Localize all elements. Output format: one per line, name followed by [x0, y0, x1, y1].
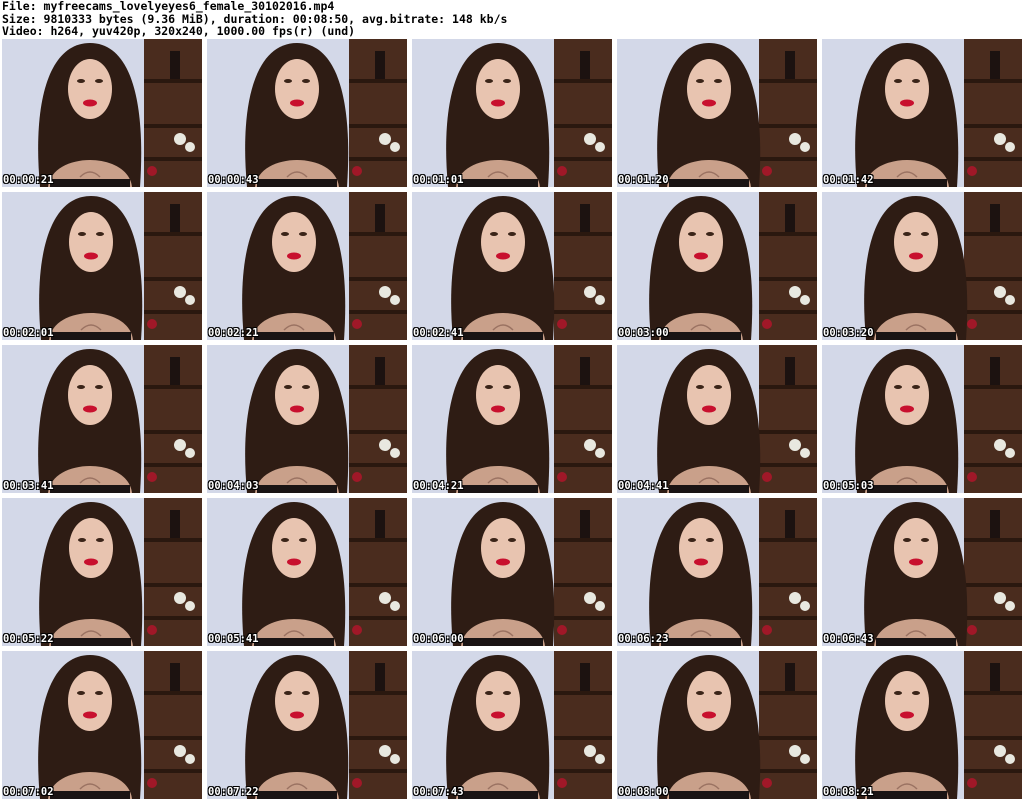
webcam-frame-image: [412, 192, 612, 340]
webcam-frame-image: [2, 39, 202, 187]
video-thumbnail: 00:05:41: [207, 498, 407, 646]
timestamp-label: 00:06:43: [823, 633, 874, 645]
video-thumbnail: 00:08:00: [617, 651, 817, 799]
timestamp-label: 00:01:20: [618, 174, 669, 186]
file-info-header: File: myfreecams_lovelyeyes6_female_3010…: [2, 0, 1022, 38]
video-thumbnail: 00:07:43: [412, 651, 612, 799]
webcam-frame-image: [412, 39, 612, 187]
timestamp-label: 00:07:22: [208, 786, 259, 798]
webcam-frame-image: [412, 498, 612, 646]
webcam-frame-image: [617, 498, 817, 646]
timestamp-label: 00:05:41: [208, 633, 259, 645]
timestamp-label: 00:05:03: [823, 480, 874, 492]
timestamp-label: 00:08:00: [618, 786, 669, 798]
timestamp-label: 00:00:43: [208, 174, 259, 186]
webcam-frame-image: [617, 345, 817, 493]
timestamp-label: 00:05:22: [3, 633, 54, 645]
webcam-frame-image: [617, 39, 817, 187]
file-name-line: File: myfreecams_lovelyeyes6_female_3010…: [2, 0, 335, 13]
webcam-frame-image: [207, 498, 407, 646]
video-info-line: Video: h264, yuv420p, 320x240, 1000.00 f…: [2, 24, 356, 38]
webcam-frame-image: [207, 39, 407, 187]
video-thumbnail: 00:00:21: [2, 39, 202, 187]
timestamp-label: 00:02:21: [208, 327, 259, 339]
webcam-frame-image: [2, 345, 202, 493]
timestamp-label: 00:07:43: [413, 786, 464, 798]
webcam-frame-image: [207, 651, 407, 799]
timestamp-label: 00:03:41: [3, 480, 54, 492]
thumbnail-grid: 00:00:21 00:00:43 00:01:01 00:01:20 00:01:42…: [2, 39, 1022, 799]
webcam-frame-image: [207, 345, 407, 493]
video-thumbnail: 00:05:03: [822, 345, 1022, 493]
video-thumbnail: 00:02:41: [412, 192, 612, 340]
timestamp-label: 00:03:20: [823, 327, 874, 339]
timestamp-label: 00:02:41: [413, 327, 464, 339]
video-thumbnail: 00:01:20: [617, 39, 817, 187]
video-thumbnail: 00:03:20: [822, 192, 1022, 340]
webcam-frame-image: [617, 651, 817, 799]
timestamp-label: 00:07:02: [3, 786, 54, 798]
timestamp-label: 00:02:01: [3, 327, 54, 339]
video-thumbnail: 00:08:21: [822, 651, 1022, 799]
video-thumbnail: 00:07:22: [207, 651, 407, 799]
video-thumbnail: 00:03:00: [617, 192, 817, 340]
video-thumbnail: 00:05:22: [2, 498, 202, 646]
webcam-frame-image: [207, 192, 407, 340]
video-thumbnail: 00:01:42: [822, 39, 1022, 187]
webcam-frame-image: [822, 39, 1022, 187]
video-thumbnail: 00:02:21: [207, 192, 407, 340]
video-thumbnail: 00:06:43: [822, 498, 1022, 646]
timestamp-label: 00:06:00: [413, 633, 464, 645]
webcam-frame-image: [822, 345, 1022, 493]
video-thumbnail: 00:04:21: [412, 345, 612, 493]
timestamp-label: 00:00:21: [3, 174, 54, 186]
timestamp-label: 00:03:00: [618, 327, 669, 339]
timestamp-label: 00:08:21: [823, 786, 874, 798]
timestamp-label: 00:06:23: [618, 633, 669, 645]
timestamp-label: 00:04:41: [618, 480, 669, 492]
video-thumbnail: 00:01:01: [412, 39, 612, 187]
webcam-frame-image: [822, 192, 1022, 340]
webcam-frame-image: [412, 345, 612, 493]
video-thumbnail: 00:04:41: [617, 345, 817, 493]
webcam-frame-image: [822, 651, 1022, 799]
video-thumbnail: 00:06:00: [412, 498, 612, 646]
video-thumbnail: 00:03:41: [2, 345, 202, 493]
timestamp-label: 00:01:42: [823, 174, 874, 186]
timestamp-label: 00:04:03: [208, 480, 259, 492]
timestamp-label: 00:01:01: [413, 174, 464, 186]
video-thumbnail: 00:06:23: [617, 498, 817, 646]
webcam-frame-image: [412, 651, 612, 799]
webcam-frame-image: [2, 498, 202, 646]
video-thumbnail: 00:04:03: [207, 345, 407, 493]
timestamp-label: 00:04:21: [413, 480, 464, 492]
webcam-frame-image: [617, 192, 817, 340]
webcam-frame-image: [822, 498, 1022, 646]
video-thumbnail: 00:07:02: [2, 651, 202, 799]
video-thumbnail: 00:00:43: [207, 39, 407, 187]
webcam-frame-image: [2, 192, 202, 340]
webcam-frame-image: [2, 651, 202, 799]
video-thumbnail: 00:02:01: [2, 192, 202, 340]
